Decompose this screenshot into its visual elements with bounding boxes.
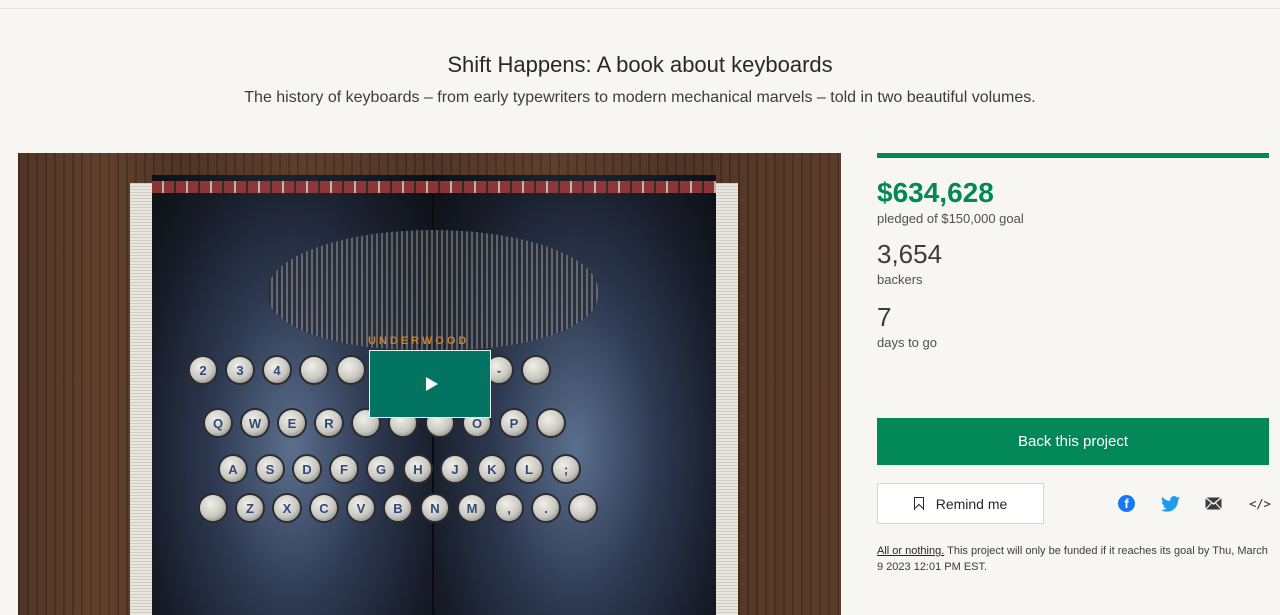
typewriter-key: X	[272, 493, 302, 523]
all-or-nothing-note: All or nothing. This project will only b…	[877, 543, 1269, 575]
typewriter-key: P	[499, 408, 529, 438]
typewriter-key	[568, 493, 598, 523]
typewriter-key: A	[218, 454, 248, 484]
typewriter-key: E	[277, 408, 307, 438]
email-icon[interactable]	[1205, 497, 1222, 510]
typebar-strip	[152, 181, 716, 193]
days-left-label: days to go	[877, 335, 937, 350]
typewriter-key: W	[240, 408, 270, 438]
remind-me-button[interactable]: Remind me	[877, 483, 1044, 524]
book-page-edge-right	[716, 183, 738, 615]
typewriter-key: C	[309, 493, 339, 523]
pledged-goal-label: pledged of $150,000 goal	[877, 211, 1024, 226]
typewriter-key: ;	[551, 454, 581, 484]
book-page-edge-left	[130, 183, 152, 615]
typewriter-key: H	[403, 454, 433, 484]
typewriter-key: 2	[188, 355, 218, 385]
typewriter-key: ,	[494, 493, 524, 523]
typewriter-key: Q	[203, 408, 233, 438]
typewriter-key	[336, 355, 366, 385]
typewriter-key: J	[440, 454, 470, 484]
typewriter-key: N	[420, 493, 450, 523]
typewriter-key: D	[292, 454, 322, 484]
project-subtitle: The history of keyboards – from early ty…	[244, 89, 1036, 106]
typewriter-key: 3	[225, 355, 255, 385]
typewriter-key: K	[477, 454, 507, 484]
typewriter-key: F	[329, 454, 359, 484]
typewriter-key: V	[346, 493, 376, 523]
typewriter-key	[299, 355, 329, 385]
typewriter-key	[536, 408, 566, 438]
typewriter-brand: UNDERWOOD	[368, 335, 470, 347]
funding-progress-bar	[877, 153, 1269, 158]
typewriter-key: Z	[235, 493, 265, 523]
backers-count: 3,654	[877, 239, 943, 269]
typewriter-key	[198, 493, 228, 523]
days-left-count: 7	[877, 302, 892, 332]
backers-label: backers	[877, 272, 923, 287]
typebar-arc	[268, 230, 598, 350]
embed-icon[interactable]: </>	[1248, 495, 1272, 512]
typewriter-key: 4	[262, 355, 292, 385]
bookmark-icon	[913, 497, 924, 510]
twitter-icon[interactable]	[1161, 495, 1180, 512]
play-button[interactable]	[369, 350, 491, 418]
project-video[interactable]: UNDERWOOD 23490- QWEROP ASDFGHJKL; ZXCVB…	[18, 153, 841, 615]
pledged-amount: $634,628	[877, 177, 994, 208]
typewriter-key: B	[383, 493, 413, 523]
header-divider	[0, 8, 1280, 9]
project-title: Shift Happens: A book about keyboards	[447, 52, 833, 77]
typewriter-key: G	[366, 454, 396, 484]
facebook-icon[interactable]: f	[1118, 495, 1135, 512]
key-row: A S D F G H J K L;	[218, 454, 581, 484]
funding-panel: $634,628 pledged of $150,000 goal 3,654 …	[877, 153, 1269, 350]
remind-me-label: Remind me	[935, 495, 1008, 512]
typewriter-key	[521, 355, 551, 385]
key-row: ZXCVBNM,.	[198, 493, 598, 523]
funding-progress-fill	[877, 153, 1269, 158]
back-project-button[interactable]: Back this project	[877, 418, 1269, 465]
typewriter-key: .	[531, 493, 561, 523]
typewriter-key: M	[457, 493, 487, 523]
all-or-nothing-link[interactable]: All or nothing.	[877, 545, 944, 557]
typewriter-key: R	[314, 408, 344, 438]
typewriter-key: S	[255, 454, 285, 484]
play-icon	[426, 377, 438, 391]
typewriter-key: L	[514, 454, 544, 484]
